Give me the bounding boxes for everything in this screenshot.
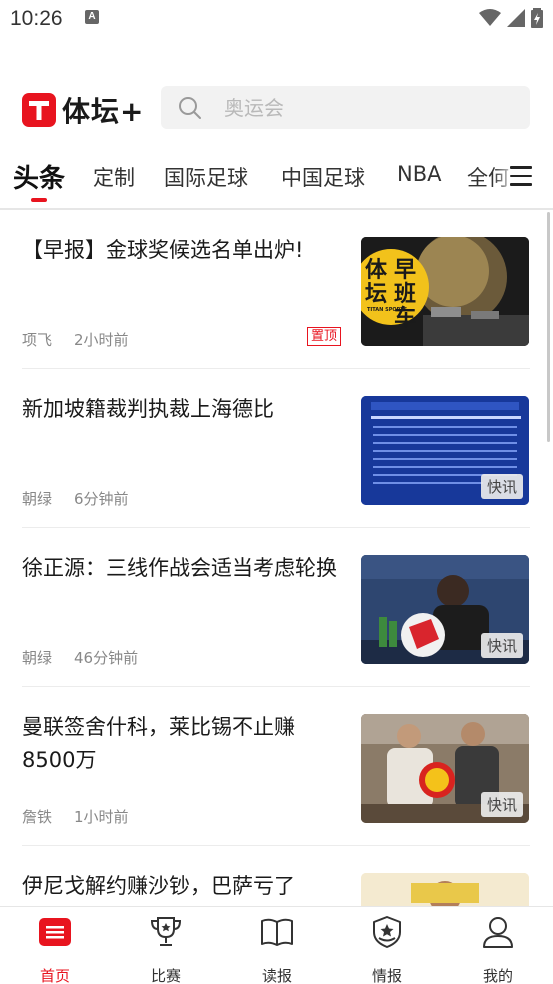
news-author: 詹铁	[22, 808, 53, 826]
tab-nba[interactable]: NBA	[397, 162, 441, 186]
feed-scrollbar[interactable]	[547, 212, 550, 442]
search-icon	[179, 96, 201, 119]
tab-headlines[interactable]: 头条	[13, 158, 65, 195]
news-item[interactable]: 【早报】金球奖候选名单出炉! 项飞 2小时前 置顶 体 早 坛 班 车 TITA…	[0, 210, 553, 369]
thumb-char: 坛	[365, 282, 388, 307]
bottom-nav: 首页 比赛 读报 情报 我的	[0, 906, 553, 984]
nav-profile[interactable]: 我的	[458, 915, 538, 984]
news-item[interactable]: 伊尼戈解约赚沙钞，巴萨亏了	[0, 846, 553, 906]
signal-icon	[507, 9, 525, 27]
news-time: 1小时前	[74, 808, 129, 826]
notification-icon: A	[85, 10, 99, 24]
news-author: 朝绿	[22, 490, 53, 508]
news-meta: 朝绿 6分钟前	[22, 488, 129, 509]
tab-china-football[interactable]: 中国足球	[281, 162, 365, 192]
wifi-icon	[479, 9, 501, 26]
news-thumbnail: 快讯	[361, 714, 529, 823]
book-icon	[261, 918, 293, 946]
news-thumbnail	[361, 873, 529, 906]
flash-news-badge: 快讯	[480, 474, 523, 499]
news-title: 曼联签舍什科，莱比锡不止赚8500万	[22, 715, 295, 772]
news-author: 项飞	[22, 331, 53, 349]
nav-home[interactable]: 首页	[15, 915, 95, 984]
thumb-char: 班	[394, 282, 417, 307]
nav-label: 比赛	[150, 967, 181, 984]
nav-matches[interactable]: 比赛	[126, 915, 206, 984]
news-item[interactable]: 新加坡籍裁判执裁上海德比 朝绿 6分钟前 快讯	[0, 369, 553, 528]
news-meta: 詹铁 1小时前	[22, 806, 129, 827]
news-time: 6分钟前	[74, 490, 129, 508]
nav-label: 首页	[39, 967, 70, 984]
status-icons	[479, 8, 543, 28]
intel-badge-icon	[373, 916, 401, 948]
news-time: 46分钟前	[74, 649, 139, 667]
trophy-icon	[150, 917, 182, 946]
news-meta: 朝绿 46分钟前	[22, 647, 138, 668]
thumb-caption: TITAN SPORTS	[367, 307, 408, 313]
nav-label: 我的	[482, 967, 513, 984]
search-bar[interactable]	[161, 86, 530, 129]
news-thumbnail: 体 早 坛 班 车 TITAN SPORTS	[361, 237, 529, 346]
nav-newspaper[interactable]: 读报	[237, 915, 317, 984]
news-item[interactable]: 徐正源：三线作战会适当考虑轮换 朝绿 46分钟前 快讯	[0, 528, 553, 687]
profile-icon	[483, 917, 513, 948]
news-title: 徐正源：三线作战会适当考虑轮换	[22, 556, 337, 580]
news-author: 朝绿	[22, 649, 53, 667]
battery-icon	[531, 8, 543, 28]
search-input[interactable]	[224, 95, 484, 120]
news-title: 伊尼戈解约赚沙钞，巴萨亏了	[22, 874, 295, 898]
app-logo[interactable]: 体坛+	[22, 90, 144, 130]
logo-t-icon	[22, 93, 56, 127]
nav-label: 读报	[261, 967, 292, 984]
flash-news-badge: 快讯	[480, 633, 523, 658]
nav-label: 情报	[371, 967, 402, 984]
news-title: 新加坡籍裁判执裁上海德比	[22, 397, 274, 421]
nav-intel[interactable]: 情报	[347, 915, 427, 984]
thumb-char: 早	[394, 258, 417, 283]
news-feed: 【早报】金球奖候选名单出炉! 项飞 2小时前 置顶 体 早 坛 班 车 TITA…	[0, 210, 553, 906]
app-header: 体坛+	[0, 85, 553, 131]
status-bar: 10:26 A	[0, 0, 553, 38]
news-thumbnail: 快讯	[361, 396, 529, 505]
news-title: 【早报】金球奖候选名单出炉!	[22, 238, 304, 262]
news-item[interactable]: 曼联签舍什科，莱比锡不止赚8500万 詹铁 1小时前 快讯	[0, 687, 553, 846]
news-thumbnail: 快讯	[361, 555, 529, 664]
channel-menu-icon[interactable]	[510, 166, 534, 188]
flash-news-badge: 快讯	[480, 792, 523, 817]
pinned-badge: 置顶	[307, 327, 342, 346]
channel-tabs: 头条 定制 国际足球 中国足球 NBA 全何	[0, 152, 553, 208]
news-meta: 项飞 2小时前	[22, 329, 129, 350]
active-tab-indicator	[31, 198, 47, 202]
news-time: 2小时前	[74, 331, 129, 349]
home-icon	[39, 918, 71, 946]
logo-text: 体坛+	[62, 95, 145, 128]
status-time: 10:26	[10, 7, 63, 30]
tab-intl-football[interactable]: 国际足球	[164, 162, 248, 192]
thumb-char: 体	[365, 258, 388, 283]
tab-custom[interactable]: 定制	[93, 162, 135, 192]
